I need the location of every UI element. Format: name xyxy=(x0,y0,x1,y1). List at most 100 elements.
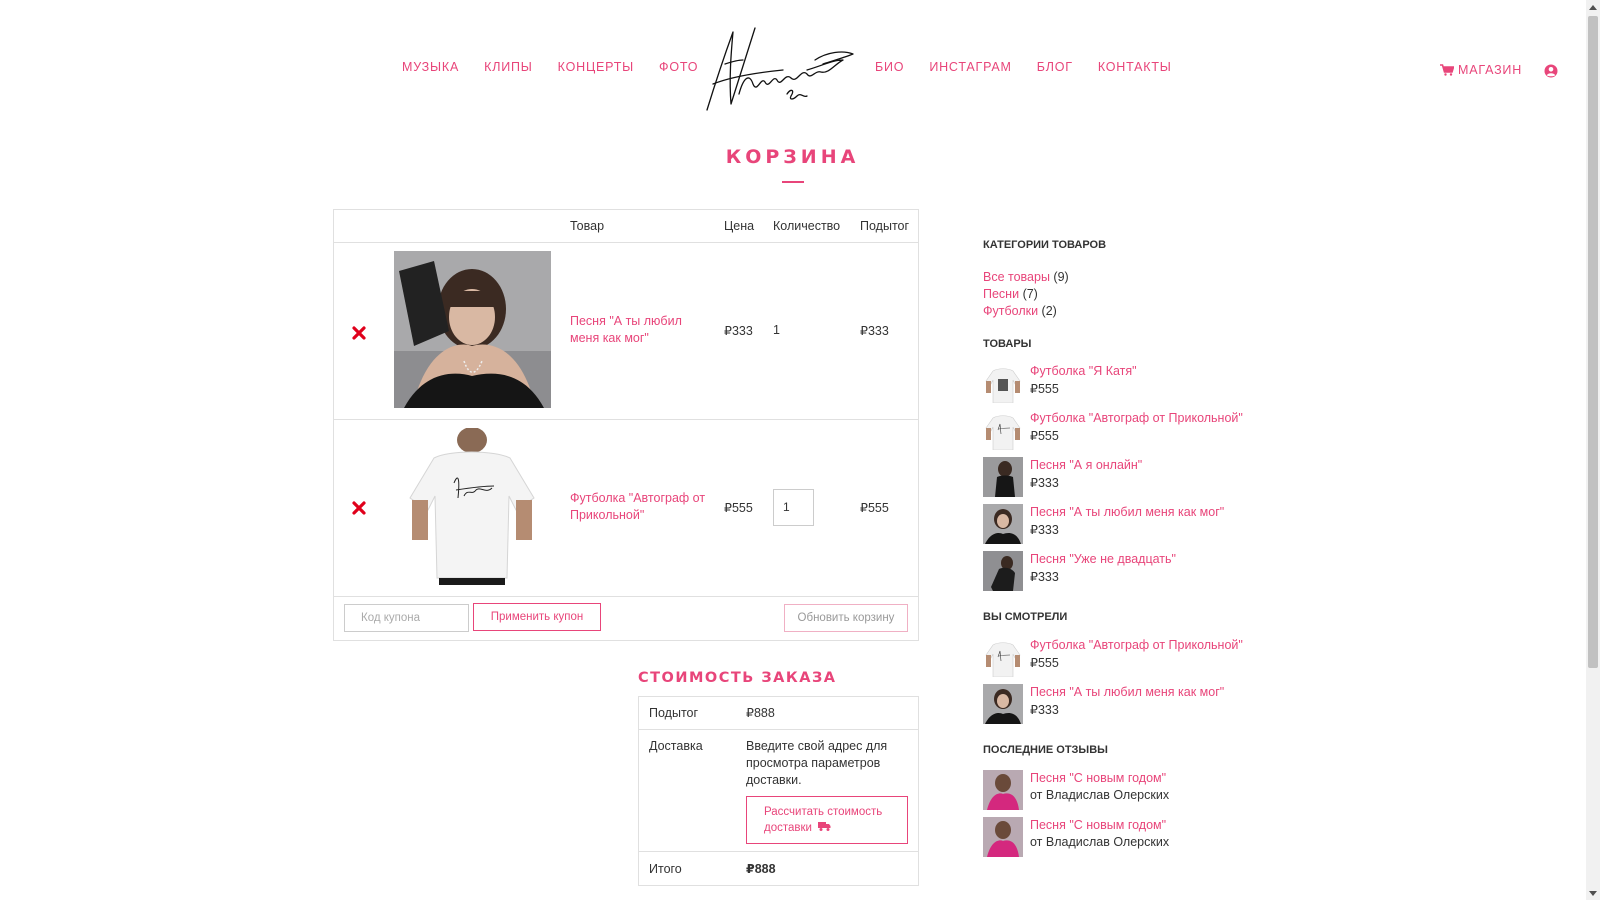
total-label: Итого xyxy=(649,862,682,876)
product-price: ₽555 xyxy=(724,501,753,515)
sidebar-product: Песня "А я онлайн" ₽333 xyxy=(983,457,1273,499)
products-heading: ТОВАРЫ xyxy=(983,338,1032,350)
sidebar-product-link[interactable]: Песня "А ты любил меня как мог" xyxy=(1030,505,1224,519)
nav-instagram[interactable]: ИНСТАГРАМ xyxy=(929,60,1011,74)
category-count: (7) xyxy=(1022,287,1038,301)
product-thumbnail[interactable] xyxy=(394,428,551,585)
coupon-area: Код купона Применить купон Обновить корз… xyxy=(334,595,918,640)
header-subtotal: Подытог xyxy=(860,219,910,233)
title-underline xyxy=(782,181,804,183)
nav-contacts[interactable]: КОНТАКТЫ xyxy=(1098,60,1172,74)
cart-row: Футболка "Автограф от Прикольной" ₽555 1… xyxy=(334,420,918,597)
main-nav-left: МУЗЫКА КЛИПЫ КОНЦЕРТЫ ФОТО xyxy=(402,60,698,74)
sidebar-product-price: ₽333 xyxy=(1030,476,1059,490)
viewed-product-link[interactable]: Футболка "Автограф от Прикольной" xyxy=(1030,638,1243,652)
nav-clips[interactable]: КЛИПЫ xyxy=(484,60,533,74)
update-cart-button[interactable]: Обновить корзину xyxy=(784,604,908,632)
page-scrollbar[interactable] xyxy=(1586,0,1600,900)
header-price: Цена xyxy=(724,219,755,233)
product-subtotal: ₽555 xyxy=(860,501,889,515)
cart-table: Товар Цена Количество Подытог Песня "А т… xyxy=(333,209,919,641)
category-count: (2) xyxy=(1041,304,1057,318)
viewed-product: Футболка "Автограф от Прикольной" ₽555 xyxy=(983,637,1273,679)
product-thumbnail[interactable] xyxy=(983,410,1023,450)
sidebar-product-price: ₽333 xyxy=(1030,523,1059,537)
product-name-link[interactable]: Футболка "Автограф от Прикольной" xyxy=(570,490,710,524)
sidebar-product-price: ₽555 xyxy=(1030,429,1059,443)
shop-label: МАГАЗИН xyxy=(1458,63,1523,77)
account-icon[interactable] xyxy=(1544,64,1558,78)
total-value: ₽888 xyxy=(746,862,776,876)
apply-coupon-button[interactable]: Применить купон xyxy=(473,603,601,631)
subtotal-value: ₽888 xyxy=(746,706,775,720)
product-thumbnail[interactable] xyxy=(983,363,1023,403)
scroll-up-icon[interactable] xyxy=(1586,0,1600,14)
viewed-heading: ВЫ СМОТРЕЛИ xyxy=(983,611,1068,623)
header-product: Товар xyxy=(570,219,605,233)
nav-photo[interactable]: ФОТО xyxy=(659,60,698,74)
coupon-input[interactable]: Код купона xyxy=(344,604,469,632)
viewed-product-price: ₽333 xyxy=(1030,703,1059,717)
product-thumbnail[interactable] xyxy=(983,637,1023,677)
review-product-link[interactable]: Песня "С новым годом" xyxy=(1030,818,1166,832)
shop-link[interactable]: МАГАЗИН xyxy=(1440,63,1522,77)
viewed-product-price: ₽555 xyxy=(1030,656,1059,670)
review-thumbnail[interactable] xyxy=(983,770,1023,810)
sidebar-product-price: ₽333 xyxy=(1030,570,1059,584)
cart-icon xyxy=(1440,64,1454,76)
totals-title: СТОИМОСТЬ ЗАКАЗА xyxy=(638,670,837,686)
viewed-product-link[interactable]: Песня "А ты любил меня как мог" xyxy=(1030,685,1224,699)
category-item: Все товары (9) xyxy=(983,270,1069,284)
calculate-shipping-button[interactable]: Рассчитать стоимость доставки xyxy=(746,796,908,844)
product-thumbnail[interactable] xyxy=(983,684,1023,724)
product-price: ₽333 xyxy=(724,324,753,338)
sidebar-product-link[interactable]: Песня "А я онлайн" xyxy=(1030,458,1142,472)
product-thumbnail[interactable] xyxy=(394,251,551,408)
category-link-tshirts[interactable]: Футболки xyxy=(983,304,1038,318)
header-quantity: Количество xyxy=(773,219,841,233)
sidebar-product: Песня "Уже не двадцать" ₽333 xyxy=(983,551,1273,593)
remove-item-icon[interactable] xyxy=(352,501,366,515)
signature-logo[interactable] xyxy=(703,24,855,114)
main-nav-right: БИО ИНСТАГРАМ БЛОГ КОНТАКТЫ xyxy=(875,60,1172,74)
sidebar-product-price: ₽555 xyxy=(1030,382,1059,396)
nav-music[interactable]: МУЗЫКА xyxy=(402,60,459,74)
category-link-songs[interactable]: Песни xyxy=(983,287,1019,301)
nav-bio[interactable]: БИО xyxy=(875,60,904,74)
category-link-all[interactable]: Все товары xyxy=(983,270,1050,284)
viewed-product: Песня "А ты любил меня как мог" ₽333 xyxy=(983,684,1273,726)
nav-blog[interactable]: БЛОГ xyxy=(1037,60,1073,74)
product-name-link[interactable]: Песня "А ты любил меня как мог" xyxy=(570,313,710,347)
totals-row-total: Итого ₽888 xyxy=(639,852,918,886)
sidebar-product: Песня "А ты любил меня как мог" ₽333 xyxy=(983,504,1273,546)
subtotal-label: Подытог xyxy=(649,706,699,720)
totals-table: Подытог ₽888 Доставка Введите свой адрес… xyxy=(638,696,919,886)
category-item: Футболки (2) xyxy=(983,304,1057,318)
shipping-text: Введите свой адрес для просмотра парамет… xyxy=(746,739,888,787)
truck-icon xyxy=(818,822,831,831)
sidebar-product-link[interactable]: Футболка "Автограф от Прикольной" xyxy=(1030,411,1243,425)
quantity-input[interactable]: 1 xyxy=(773,489,814,526)
categories-heading: КАТЕГОРИИ ТОВАРОВ xyxy=(983,239,1107,251)
sidebar-product: Футболка "Я Катя" ₽555 xyxy=(983,363,1273,405)
cart-table-header: Товар Цена Количество Подытог xyxy=(334,210,918,243)
totals-row-shipping: Доставка Введите свой адрес для просмотр… xyxy=(639,730,918,852)
review-author: от Владислав Олерских xyxy=(1030,788,1170,802)
product-thumbnail[interactable] xyxy=(983,504,1023,544)
sidebar-product: Футболка "Автограф от Прикольной" ₽555 xyxy=(983,410,1273,452)
review-author: от Владислав Олерских xyxy=(1030,835,1170,849)
product-thumbnail[interactable] xyxy=(983,551,1023,591)
page-title: КОРЗИНА xyxy=(725,146,860,168)
product-thumbnail[interactable] xyxy=(983,457,1023,497)
remove-item-icon[interactable] xyxy=(352,326,366,340)
scrollbar-thumb[interactable] xyxy=(1588,16,1598,668)
review-product-link[interactable]: Песня "С новым годом" xyxy=(1030,771,1166,785)
review-thumbnail[interactable] xyxy=(983,817,1023,857)
category-count: (9) xyxy=(1053,270,1069,284)
reviews-heading: ПОСЛЕДНИЕ ОТЗЫВЫ xyxy=(983,744,1108,756)
totals-row-subtotal: Подытог ₽888 xyxy=(639,697,918,730)
nav-concerts[interactable]: КОНЦЕРТЫ xyxy=(558,60,634,74)
sidebar-product-link[interactable]: Футболка "Я Катя" xyxy=(1030,364,1137,378)
sidebar-product-link[interactable]: Песня "Уже не двадцать" xyxy=(1030,552,1176,566)
scroll-down-icon[interactable] xyxy=(1586,886,1600,900)
